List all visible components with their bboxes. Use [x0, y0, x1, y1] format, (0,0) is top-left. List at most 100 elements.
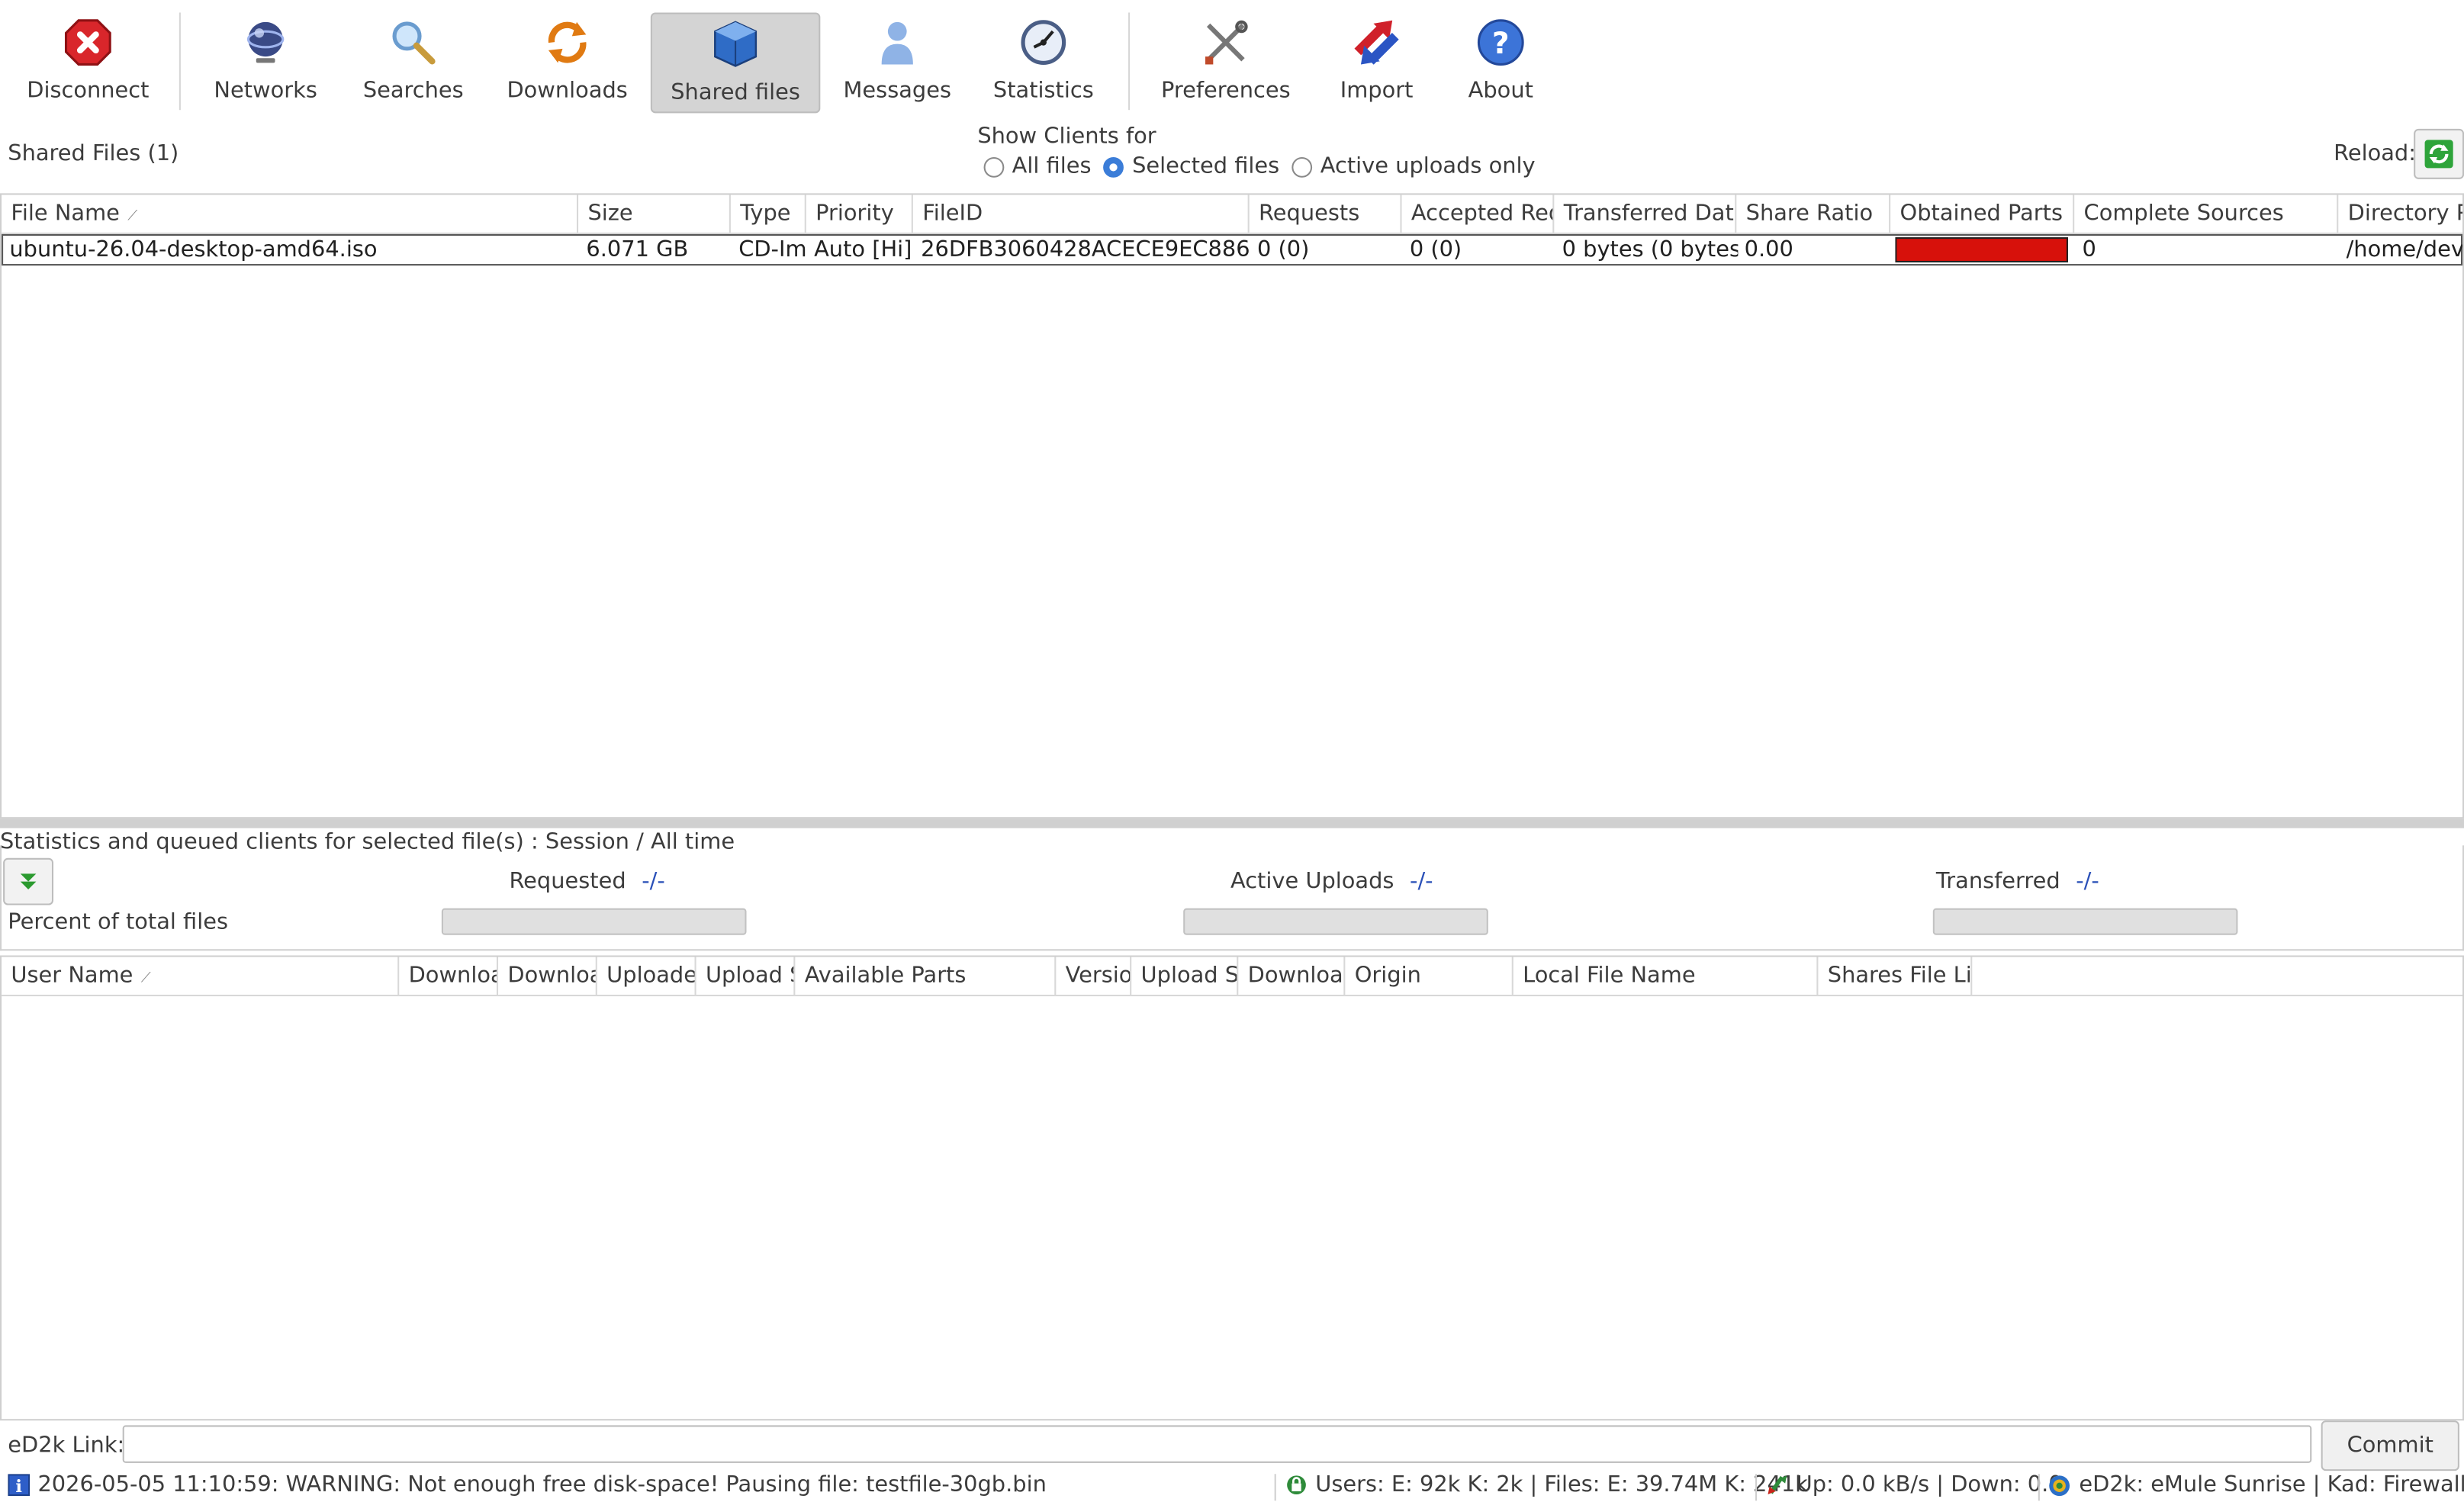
searches-button[interactable]: Searches	[349, 12, 478, 110]
status-log: i 2026-05-05 11:10:59: WARNING: Not enou…	[8, 1472, 1047, 1497]
status-speed: Up: 0.0 kB/s | Down: 0.0	[1766, 1472, 2063, 1498]
col-origin[interactable]: Origin	[1345, 957, 1513, 995]
col-size[interactable]: Size	[578, 195, 731, 233]
active-uploads-value: -/-	[1410, 869, 1433, 895]
downloads-icon	[541, 16, 594, 69]
preferences-label: Preferences	[1160, 79, 1291, 104]
table-row[interactable]: ubuntu-26.04-desktop-amd64.iso 6.071 GB …	[2, 233, 2464, 266]
cell-fileid: 26DFB3060428ACECE9EC8864DI	[921, 237, 1251, 263]
col-version[interactable]: Versio	[1056, 957, 1132, 995]
networks-icon	[239, 16, 292, 69]
radio-dot[interactable]	[1103, 156, 1124, 177]
requested-progress-bar	[441, 908, 747, 935]
status-network-text: eD2k: eMule Sunrise | Kad: Firewalled	[2079, 1472, 2464, 1498]
clients-header: User Name ⟋ Downloa Downloa Uploade Uploa…	[2, 957, 2463, 997]
col-local-file-name[interactable]: Local File Name	[1513, 957, 1819, 995]
radio-selected-files[interactable]: Selected files	[1103, 153, 1280, 179]
search-icon	[387, 16, 440, 69]
sort-indicator-icon: ⟋	[140, 971, 151, 987]
col-uploaded[interactable]: Uploade	[597, 957, 696, 995]
status-network: eD2k: eMule Sunrise | Kad: Firewalled	[2047, 1472, 2464, 1497]
shared-files-label: Shared files	[671, 80, 800, 106]
disconnect-button[interactable]: Disconnect	[16, 12, 161, 110]
percent-total-label: Percent of total files	[8, 909, 229, 935]
obtained-parts-bar	[1895, 237, 2068, 263]
svg-text:?: ?	[1492, 27, 1510, 61]
col-download-2[interactable]: Downloa	[498, 957, 597, 995]
active-uploads-stat: Active Uploads -/-	[1230, 869, 1433, 894]
reload-label: Reload:	[2334, 141, 2416, 167]
col-type[interactable]: Type	[731, 195, 806, 233]
cell-size: 6.071 GB	[586, 237, 689, 263]
messages-icon	[870, 16, 924, 69]
status-separator	[2038, 1474, 2040, 1501]
col-transferred-data[interactable]: Transferred Data	[1554, 195, 1737, 233]
double-chevron-down-icon	[20, 873, 37, 889]
col-share-ratio[interactable]: Share Ratio	[1736, 195, 1891, 233]
disconnect-icon	[61, 16, 114, 69]
col-download-status[interactable]: Downloac	[1238, 957, 1346, 995]
status-users-text: Users: E: 92k K: 2k | Files: E: 39.74M K…	[1315, 1472, 1808, 1498]
col-download-1[interactable]: Downloa	[399, 957, 499, 995]
sort-indicator-icon: ⟋	[127, 208, 138, 225]
col-available-parts[interactable]: Available Parts	[795, 957, 1057, 995]
col-priority[interactable]: Priority	[806, 195, 913, 233]
svg-text:i: i	[15, 1477, 22, 1496]
statistics-button[interactable]: Statistics	[977, 12, 1109, 110]
collapse-toggle-button[interactable]	[3, 857, 54, 905]
networks-button[interactable]: Networks	[201, 12, 330, 110]
ed2k-link-input[interactable]	[122, 1425, 2312, 1463]
col-obtained-parts[interactable]: Obtained Parts	[1890, 195, 2075, 233]
amule-window: Disconnect Networks Searches Downloads S…	[0, 0, 2464, 1502]
preferences-button[interactable]: Preferences	[1150, 12, 1301, 110]
status-log-text: 2026-05-05 11:10:59: WARNING: Not enough…	[37, 1472, 1047, 1498]
col-accepted-requests[interactable]: Accepted Req	[1402, 195, 1555, 233]
radio-active-uploads[interactable]: Active uploads only	[1292, 154, 1536, 179]
status-speed-text: Up: 0.0 kB/s | Down: 0.0	[1796, 1472, 2063, 1498]
status-separator	[1755, 1474, 1758, 1501]
downloads-button[interactable]: Downloads	[497, 12, 638, 110]
radio-selected-files-label: Selected files	[1132, 153, 1280, 179]
cell-directory-path: /home/dev/	[2346, 237, 2464, 263]
shared-files-button[interactable]: Shared files	[650, 12, 821, 114]
col-requests[interactable]: Requests	[1250, 195, 1402, 233]
transfer-arrows-icon	[1768, 1475, 1787, 1495]
commit-button[interactable]: Commit	[2321, 1420, 2459, 1471]
reload-icon	[2424, 140, 2453, 169]
about-button[interactable]: ? About	[1446, 12, 1555, 110]
connected-users-icon	[1287, 1475, 1306, 1495]
col-complete-sources[interactable]: Complete Sources	[2074, 195, 2339, 233]
requested-stat: Requested -/-	[509, 869, 664, 894]
col-upload-status[interactable]: Upload St	[1131, 957, 1239, 995]
reload-button[interactable]	[2414, 128, 2464, 179]
cell-transferred-data: 0 bytes (0 bytes)	[1562, 237, 1739, 263]
radio-all-files[interactable]: All files	[983, 153, 1092, 179]
help-icon: ?	[1474, 16, 1527, 69]
col-file-name[interactable]: File Name ⟋	[2, 195, 579, 233]
radio-dot[interactable]	[1292, 156, 1313, 177]
cell-file-name: ubuntu-26.04-desktop-amd64.iso	[9, 237, 378, 263]
pane-splitter[interactable]	[0, 819, 2464, 828]
col-fileid[interactable]: FileID	[913, 195, 1250, 233]
radio-all-files-label: All files	[1012, 153, 1092, 179]
import-button[interactable]: Import	[1324, 12, 1430, 110]
col-upload-speed[interactable]: Upload S	[696, 957, 796, 995]
cell-type: CD-Im	[738, 237, 807, 263]
transferred-label: Transferred	[1935, 869, 2060, 895]
disconnect-label: Disconnect	[27, 79, 150, 104]
transferred-stat: Transferred -/-	[1936, 869, 2099, 894]
toolbar-separator	[179, 12, 181, 111]
import-icon	[1350, 16, 1404, 69]
cell-share-ratio: 0.00	[1744, 237, 1793, 263]
status-separator	[1274, 1474, 1276, 1501]
networks-label: Networks	[214, 79, 317, 104]
radio-dot[interactable]	[983, 156, 1005, 177]
status-bar: i 2026-05-05 11:10:59: WARNING: Not enou…	[0, 1471, 2464, 1502]
col-user-name[interactable]: User Name ⟋	[2, 957, 400, 995]
queued-clients-table: User Name ⟋ Downloa Downloa Uploade Uploa…	[0, 955, 2464, 1421]
col-directory-path[interactable]: Directory P	[2338, 195, 2462, 232]
col-shares-file-list[interactable]: Shares File List	[1818, 957, 1973, 995]
client-filter-radio-group: All files Selected files Active uploads …	[983, 153, 1549, 179]
ed2k-link-label: eD2k Link:	[8, 1433, 125, 1459]
messages-button[interactable]: Messages	[833, 12, 962, 110]
